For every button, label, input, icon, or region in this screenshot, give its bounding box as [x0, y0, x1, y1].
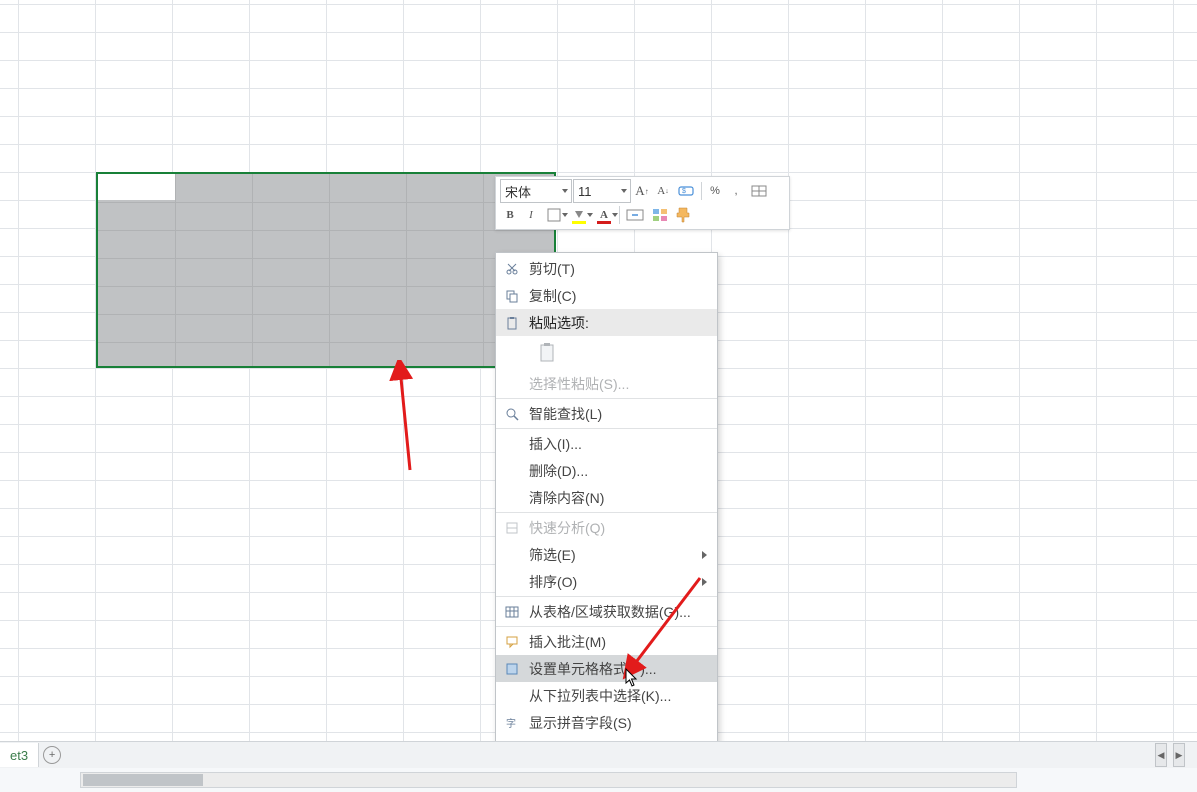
tab-scroll-left[interactable]: ◀	[1155, 743, 1167, 767]
separator	[619, 206, 620, 224]
paste-icon	[531, 339, 567, 367]
menu-delete[interactable]: 删除(D)...	[496, 457, 717, 484]
svg-text:字: 字	[506, 717, 516, 730]
menu-filter[interactable]: 筛选(E)	[496, 541, 717, 568]
italic-button[interactable]: I	[521, 205, 541, 225]
menu-copy[interactable]: 复制(C)	[496, 282, 717, 309]
menu-clear-contents-label: 清除内容(N)	[529, 488, 604, 508]
chevron-right-icon	[702, 551, 707, 559]
accounting-format-button[interactable]: $	[674, 181, 698, 201]
sheet-tab[interactable]: et3	[0, 743, 39, 767]
menu-paste-options-label: 粘贴选项:	[529, 313, 589, 333]
scrollbar-thumb[interactable]	[83, 774, 203, 786]
copy-icon	[504, 288, 520, 304]
add-sheet-button[interactable]: +	[39, 742, 65, 768]
separator	[701, 182, 702, 200]
font-family-select[interactable]: 宋体	[500, 179, 572, 203]
menu-filter-label: 筛选(E)	[529, 545, 576, 565]
menu-paste-options-header: 粘贴选项:	[496, 309, 717, 336]
context-menu: 剪切(T) 复制(C) 粘贴选项: 选择性粘贴(S)... 智能查找(L) 插入…	[495, 252, 718, 792]
decrease-font-button[interactable]: A↓	[653, 181, 673, 201]
separator	[496, 428, 717, 429]
plus-icon: +	[43, 746, 61, 764]
separator	[496, 596, 717, 597]
bold-button[interactable]: B	[500, 205, 520, 225]
separator	[496, 626, 717, 627]
cell-styles-button[interactable]	[648, 205, 672, 225]
menu-get-data-from-table[interactable]: 从表格/区域获取数据(G)...	[496, 598, 717, 625]
menu-insert[interactable]: 插入(I)...	[496, 430, 717, 457]
sheet-tab-label: et3	[10, 748, 28, 763]
chevron-right-icon	[702, 578, 707, 586]
mini-toolbar: 宋体 11 A↑ A↓ $ % , B I A	[495, 176, 790, 230]
menu-pick-from-dropdown-label: 从下拉列表中选择(K)...	[529, 686, 671, 706]
menu-insert-comment-label: 插入批注(M)	[529, 632, 606, 652]
cell-selection[interactable]	[96, 172, 556, 368]
font-size-value: 11	[578, 184, 592, 199]
menu-clear-contents[interactable]: 清除内容(N)	[496, 484, 717, 511]
menu-copy-label: 复制(C)	[529, 286, 576, 306]
menu-paste-values[interactable]	[496, 336, 717, 370]
sheet-tab-bar: et3 + ◀ ▶	[0, 741, 1197, 768]
menu-quick-analysis-label: 快速分析(Q)	[529, 518, 605, 538]
chevron-down-icon	[621, 189, 627, 193]
menu-paste-special: 选择性粘贴(S)...	[496, 370, 717, 397]
menu-smart-lookup-label: 智能查找(L)	[529, 404, 602, 424]
increase-font-button[interactable]: A↑	[632, 181, 652, 201]
menu-delete-label: 删除(D)...	[529, 461, 588, 481]
format-painter-button[interactable]	[673, 205, 693, 225]
percent-button[interactable]: %	[705, 181, 725, 201]
menu-cut-label: 剪切(T)	[529, 259, 575, 279]
table-icon	[504, 604, 520, 620]
menu-paste-special-label: 选择性粘贴(S)...	[529, 374, 629, 394]
menu-sort[interactable]: 排序(O)	[496, 568, 717, 595]
quick-analysis-icon	[504, 520, 520, 536]
chevron-down-icon	[562, 189, 568, 193]
menu-cut[interactable]: 剪切(T)	[496, 255, 717, 282]
scrollbar-track[interactable]	[80, 772, 1017, 788]
menu-show-pinyin-label: 显示拼音字段(S)	[529, 713, 632, 733]
menu-insert-label: 插入(I)...	[529, 434, 582, 454]
font-family-value: 宋体	[505, 182, 531, 201]
scissors-icon	[504, 261, 520, 277]
font-size-select[interactable]: 11	[573, 179, 631, 203]
menu-format-cells-label: 设置单元格格式(F)...	[529, 659, 657, 679]
fill-color-button[interactable]	[567, 205, 591, 225]
fill-color-swatch	[572, 221, 586, 224]
conditional-format-button[interactable]	[747, 181, 771, 201]
search-icon	[504, 406, 520, 422]
svg-text:$: $	[682, 188, 686, 195]
separator	[496, 512, 717, 513]
menu-get-data-label: 从表格/区域获取数据(G)...	[529, 602, 691, 622]
merge-cells-button[interactable]	[623, 205, 647, 225]
menu-insert-comment[interactable]: 插入批注(M)	[496, 628, 717, 655]
menu-quick-analysis: 快速分析(Q)	[496, 514, 717, 541]
border-button[interactable]	[542, 205, 566, 225]
clipboard-icon	[504, 315, 520, 331]
menu-sort-label: 排序(O)	[529, 572, 577, 592]
tab-scroll-right[interactable]: ▶	[1173, 743, 1185, 767]
font-color-button[interactable]: A	[592, 205, 616, 225]
selection-inner-grid	[98, 174, 554, 366]
menu-format-cells[interactable]: 设置单元格格式(F)...	[496, 655, 717, 682]
format-cells-icon	[504, 661, 520, 677]
pinyin-icon: 字	[504, 715, 520, 731]
separator	[496, 398, 717, 399]
menu-pick-from-dropdown[interactable]: 从下拉列表中选择(K)...	[496, 682, 717, 709]
comma-style-button[interactable]: ,	[726, 181, 746, 201]
comment-icon	[504, 634, 520, 650]
font-color-swatch	[597, 221, 611, 224]
menu-smart-lookup[interactable]: 智能查找(L)	[496, 400, 717, 427]
menu-show-pinyin[interactable]: 字 显示拼音字段(S)	[496, 709, 717, 736]
horizontal-scrollbar[interactable]	[0, 768, 1197, 792]
